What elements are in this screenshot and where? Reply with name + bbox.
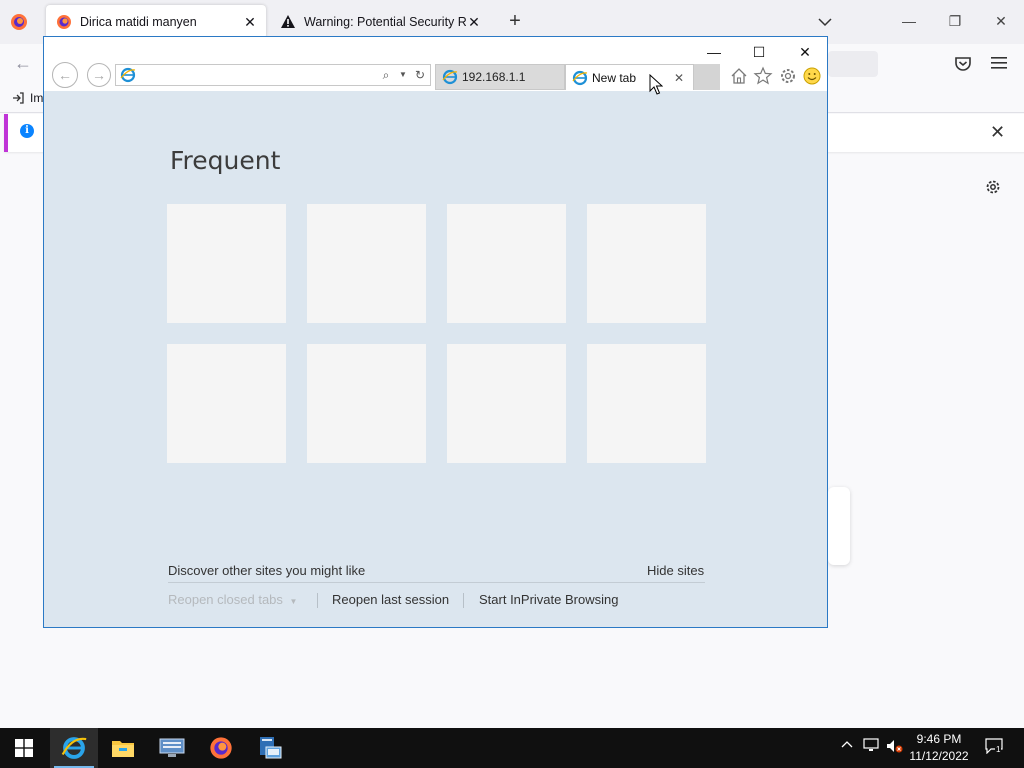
search-icon[interactable]: ⌕ — [378, 67, 394, 83]
tab-title: Warning: Potential Security Risk — [304, 15, 466, 29]
discover-sites-link[interactable]: Discover other sites you might like — [168, 563, 365, 578]
firefox-restore-icon[interactable]: ❐ — [943, 11, 967, 31]
firefox-content-card-edge — [828, 487, 850, 565]
mouse-cursor-icon — [649, 74, 663, 95]
notification-badge: 1 — [995, 745, 1002, 754]
firefox-menu-icon[interactable] — [10, 13, 28, 31]
ie-tab-new-tab[interactable]: New tab ✕ — [565, 64, 694, 90]
firefox-favicon-icon — [57, 15, 71, 29]
taskbar-server-manager[interactable] — [148, 728, 196, 768]
warning-icon — [281, 15, 295, 28]
firefox-minimize-icon[interactable]: — — [897, 11, 921, 31]
frequent-site-tile[interactable] — [587, 204, 706, 323]
remote-desktop-icon — [260, 737, 282, 759]
close-notification-icon[interactable]: ✕ — [990, 122, 1005, 143]
hamburger-menu-icon[interactable] — [990, 56, 1008, 70]
ie-close-icon[interactable]: ✕ — [790, 41, 820, 63]
frequent-site-tile[interactable] — [447, 344, 566, 463]
taskbar-file-explorer[interactable] — [99, 728, 147, 768]
import-icon — [13, 92, 24, 104]
ie-back-icon[interactable]: ← — [52, 62, 78, 88]
reopen-last-session-link[interactable]: Reopen last session — [332, 592, 449, 607]
new-tab-plus-icon[interactable]: + — [505, 10, 525, 32]
firefox-tab-dirica[interactable]: Dirica matidi manyen ✕ — [46, 5, 266, 39]
ie-address-bar[interactable]: ⌕ ▼ ↻ — [115, 64, 431, 86]
network-icon[interactable] — [862, 738, 880, 756]
firefox-close-icon[interactable]: ✕ — [989, 11, 1013, 31]
back-arrow-icon[interactable]: ← — [14, 53, 32, 74]
windows-logo-icon — [15, 739, 33, 757]
firefox-icon — [210, 737, 232, 759]
server-manager-icon — [159, 738, 185, 757]
ie-minimize-icon[interactable]: — — [699, 41, 729, 63]
favorites-star-icon[interactable] — [753, 66, 773, 86]
tools-gear-icon[interactable] — [778, 66, 798, 86]
gear-icon[interactable] — [984, 178, 1002, 196]
ie-favicon-icon — [572, 70, 588, 85]
divider — [317, 593, 318, 608]
close-tab-icon[interactable]: ✕ — [466, 14, 482, 31]
pocket-icon[interactable] — [954, 55, 972, 73]
frequent-site-tile[interactable] — [307, 204, 426, 323]
clock-time: 9:46 PM — [916, 732, 962, 746]
file-explorer-icon — [112, 741, 134, 757]
start-button[interactable] — [0, 728, 48, 768]
taskbar-internet-explorer[interactable] — [50, 728, 98, 768]
chevron-down-icon: ▼ — [289, 597, 298, 606]
chevron-down-icon[interactable]: ▼ — [395, 67, 411, 83]
ie-maximize-icon[interactable]: ☐ — [744, 41, 774, 63]
close-tab-icon[interactable]: ✕ — [671, 71, 687, 85]
reopen-closed-tabs-label: Reopen closed tabs — [168, 592, 283, 607]
start-inprivate-link[interactable]: Start InPrivate Browsing — [479, 592, 618, 607]
internet-explorer-window: — ☐ ✕ ← → ⌕ ▼ ↻ 192.168.1.1 New tab ✕ Fr… — [43, 36, 828, 628]
smiley-feedback-icon[interactable] — [802, 66, 822, 86]
home-icon[interactable] — [729, 66, 749, 86]
show-hidden-icons-chevron-icon[interactable] — [838, 738, 856, 756]
close-tab-icon[interactable]: ✕ — [242, 14, 258, 31]
url-bar-fragment[interactable] — [828, 51, 878, 77]
taskbar-remote-desktop[interactable] — [246, 728, 294, 768]
divider — [168, 582, 705, 583]
ie-tab-192-168-1-1[interactable]: 192.168.1.1 — [435, 64, 565, 90]
taskbar-firefox[interactable] — [197, 728, 245, 768]
reopen-closed-tabs-button: Reopen closed tabs ▼ — [168, 592, 297, 607]
import-label: Im — [30, 91, 44, 105]
taskbar-clock[interactable]: 9:46 PM 11/12/2022 — [900, 731, 978, 765]
tab-title: 192.168.1.1 — [462, 70, 526, 84]
import-bookmarks-button[interactable]: Im — [12, 91, 43, 105]
frequent-heading: Frequent — [170, 146, 281, 175]
hide-sites-link[interactable]: Hide sites — [647, 563, 704, 578]
refresh-icon[interactable]: ↻ — [412, 67, 428, 83]
clock-date: 11/12/2022 — [909, 749, 969, 763]
frequent-site-tile[interactable] — [447, 204, 566, 323]
frequent-site-tile[interactable] — [587, 344, 706, 463]
ie-new-tab-page: Frequent Discover other sites you might … — [44, 91, 827, 627]
ie-new-tab-button[interactable] — [694, 64, 720, 90]
ie-page-icon — [120, 67, 136, 83]
notification-center-icon[interactable]: 1 — [984, 738, 1004, 756]
frequent-site-tile[interactable] — [167, 204, 286, 323]
internet-explorer-icon — [61, 737, 87, 759]
ie-favicon-icon — [442, 69, 458, 85]
list-all-tabs-chevron-icon[interactable] — [815, 12, 835, 32]
ie-forward-icon[interactable]: → — [87, 63, 111, 87]
divider — [463, 593, 464, 608]
frequent-site-tile[interactable] — [307, 344, 426, 463]
frequent-site-tile[interactable] — [167, 344, 286, 463]
info-icon: i — [20, 124, 34, 138]
tab-title: Dirica matidi manyen — [80, 15, 197, 29]
firefox-tab-warning[interactable]: Warning: Potential Security Risk ✕ — [270, 5, 490, 39]
ie-address-input[interactable] — [138, 67, 348, 83]
